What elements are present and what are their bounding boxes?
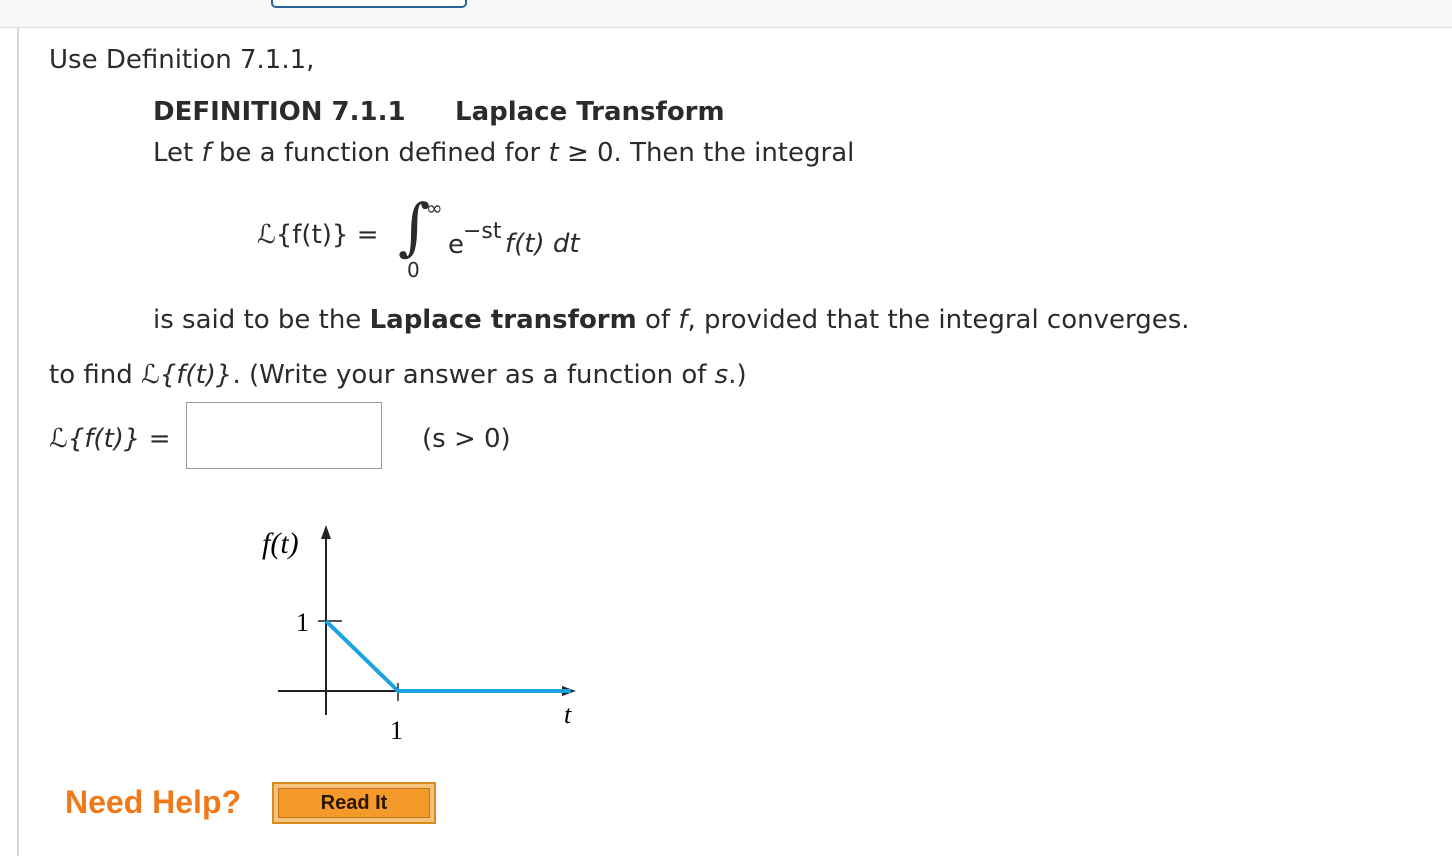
definition-number: DEFINITION 7.1.1 [153,97,406,127]
read-it-button[interactable]: Read It [272,782,436,824]
read-it-button-label: Read It [278,788,430,818]
function-line [324,619,571,693]
y-tick-label: 1 [296,608,309,637]
definition-line1: Let f be a function defined for t ≥ 0. T… [153,138,855,168]
task-text: to find ℒ{f(t)}. (Write your answer as a… [49,360,747,390]
x-axis-label: t [564,700,572,729]
top-bar [0,0,1452,28]
top-tab[interactable] [271,0,467,8]
answer-label: ℒ{f(t)} = [49,424,171,454]
formula-lhs: ℒ{f(t)} = [257,220,379,250]
formula-base: e [448,230,464,260]
y-axis-label: f(t) [262,527,299,560]
function-graph: f(t) 1 1 t [262,525,576,745]
y-axis-arrow [321,525,331,539]
left-border [17,28,19,856]
integral-upper: ∞ [426,196,443,220]
answer-condition: (s > 0) [422,424,511,454]
x-tick-label: 1 [390,716,403,745]
need-help-label: Need Help? [65,784,242,820]
integral-lower: 0 [407,258,420,282]
answer-input[interactable] [186,402,382,469]
intro-text: Use Definition 7.1.1, [49,45,315,75]
formula-exponent: −st [463,219,502,244]
definition-line2: is said to be the Laplace transform of f… [153,305,1190,335]
definition-title: Laplace Transform [455,97,725,127]
formula-rest: f(t) dt [505,229,580,259]
